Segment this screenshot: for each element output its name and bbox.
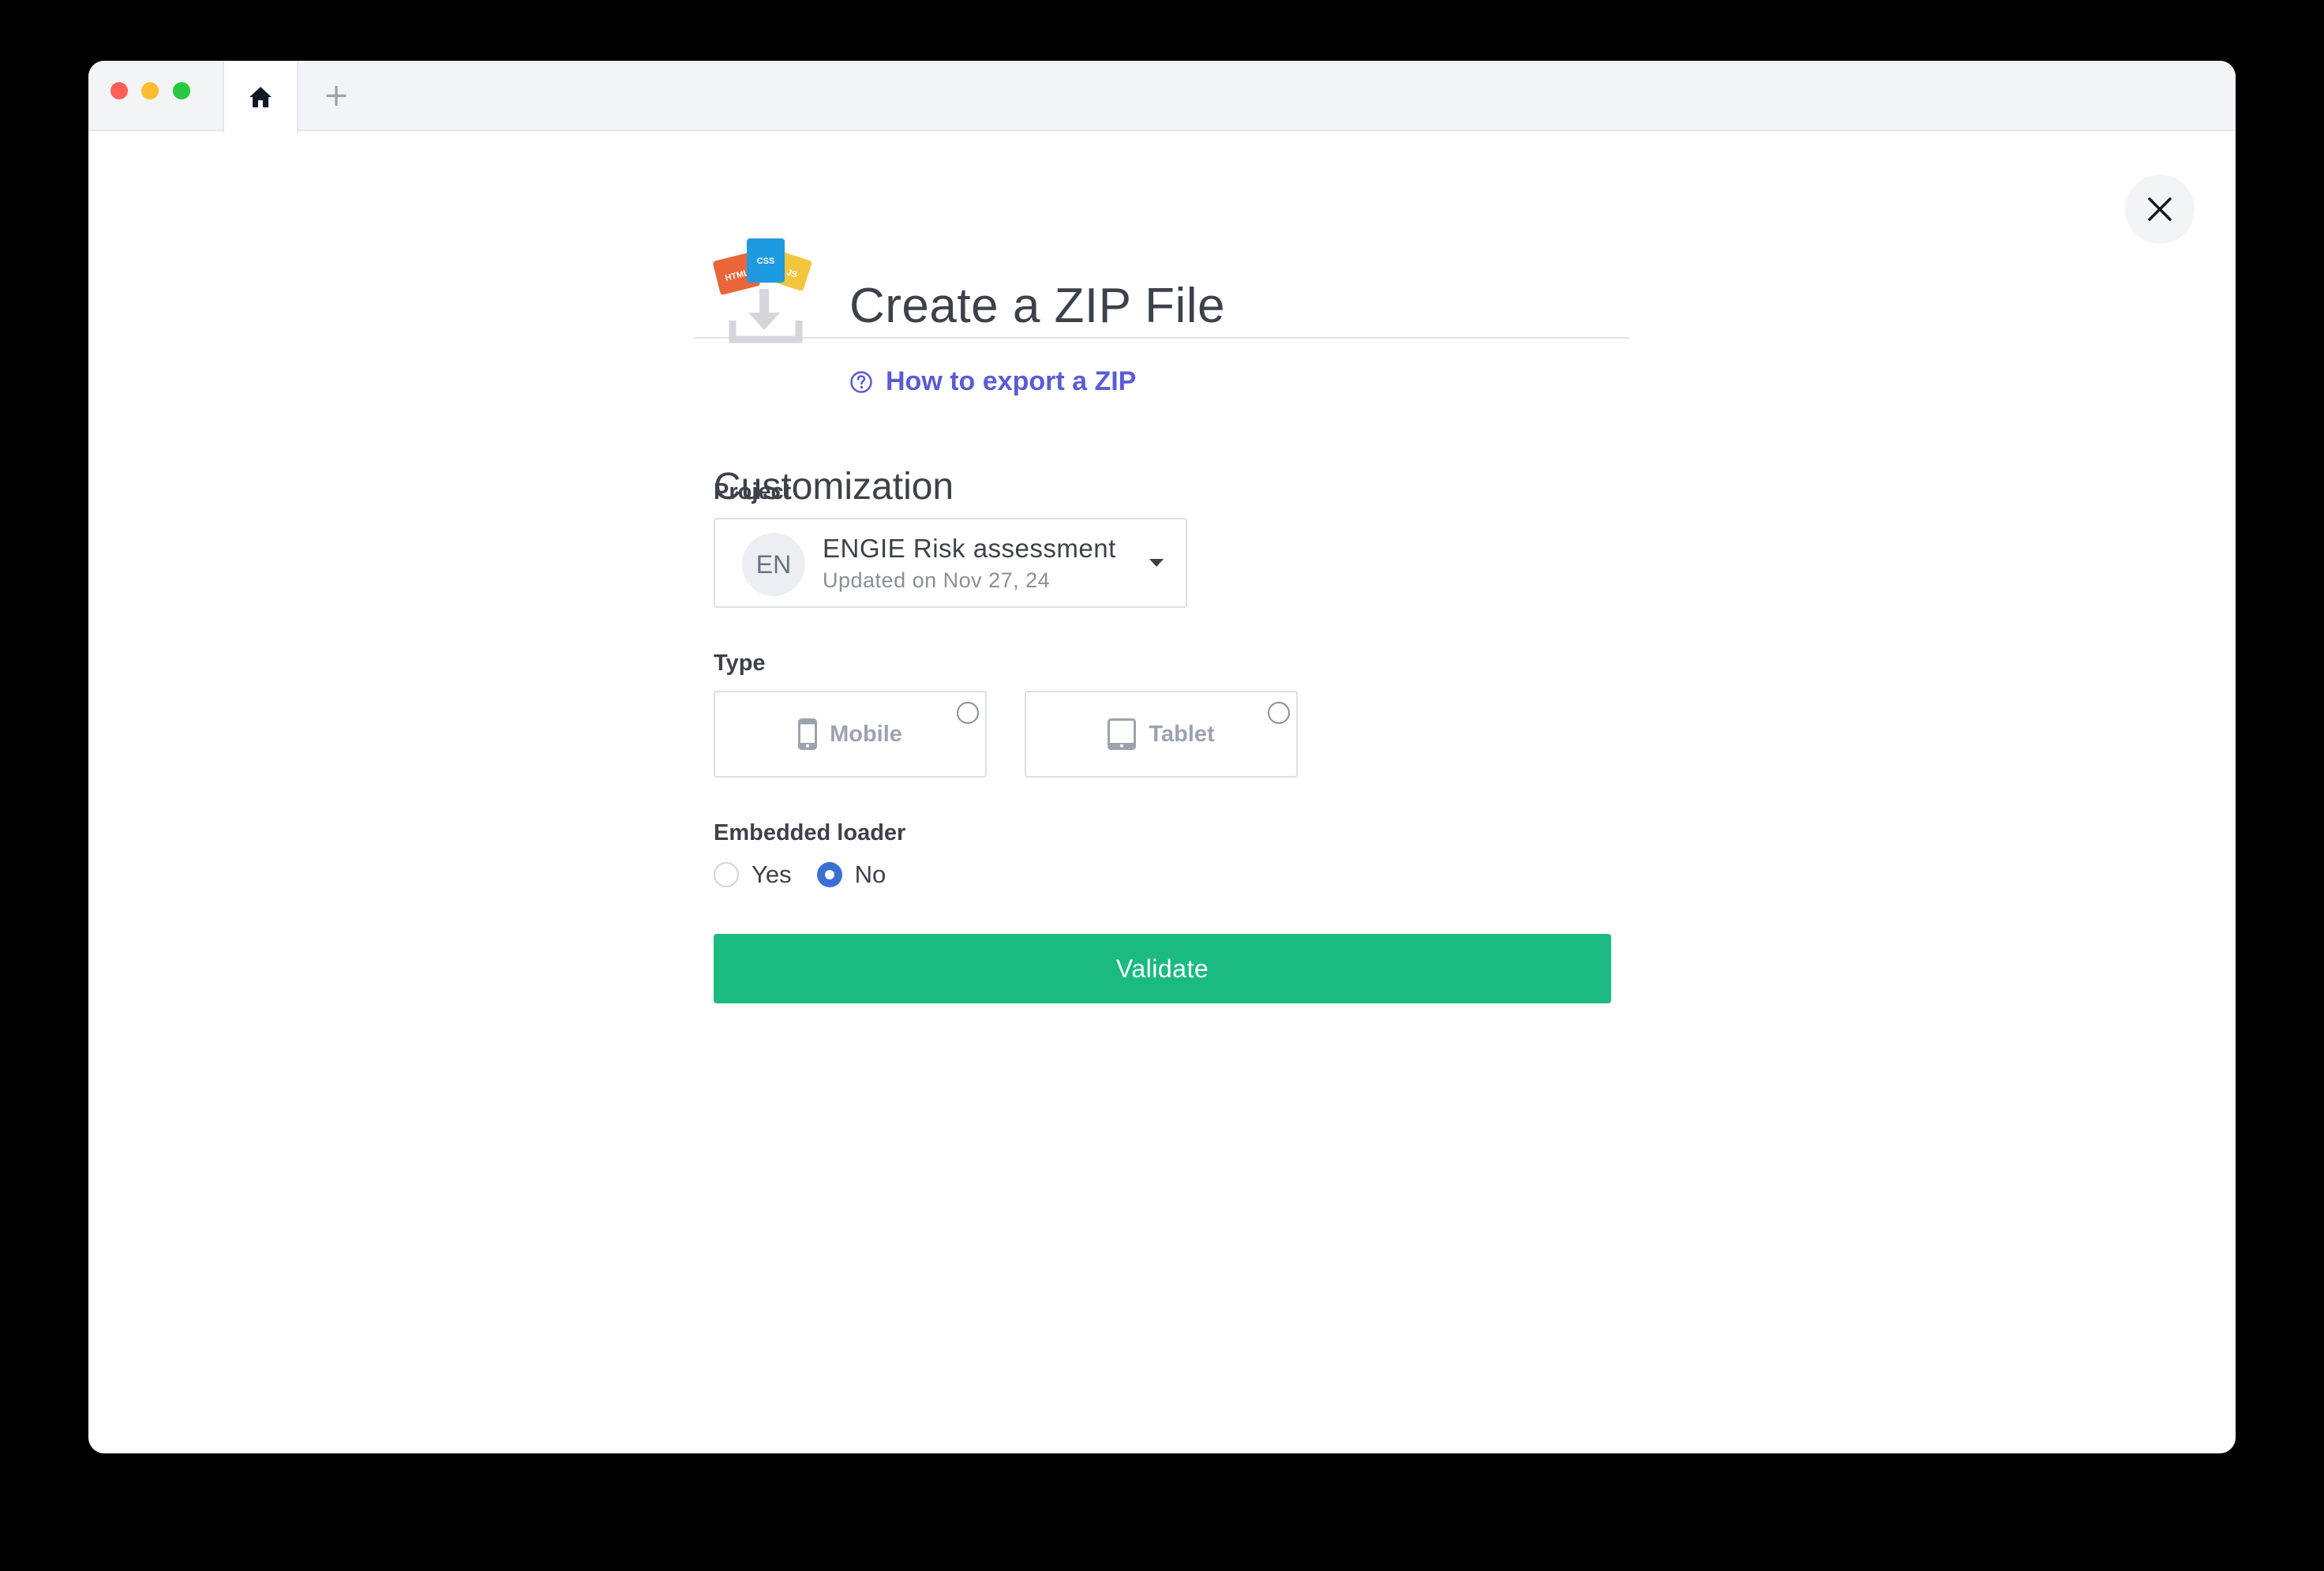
help-link-label: How to export a ZIP	[886, 366, 1137, 396]
embedded-loader-radio-group: Yes No	[714, 860, 911, 889]
type-label: Type	[714, 651, 766, 676]
logo-css-label: CSS	[757, 257, 775, 266]
type-radio-mobile[interactable]	[957, 702, 979, 724]
title-bar: +	[88, 61, 2236, 133]
plus-icon: +	[323, 77, 350, 114]
question-circle-icon	[850, 370, 872, 393]
radio-yes-label: Yes	[752, 860, 792, 888]
new-tab-button[interactable]: +	[317, 77, 355, 114]
window-minimize-dot[interactable]	[141, 82, 159, 99]
mobile-icon	[798, 718, 818, 750]
tab-home[interactable]	[223, 61, 298, 133]
radio-no[interactable]	[816, 862, 842, 887]
zip-files-logo: HTML JS CSS	[713, 238, 812, 343]
type-option-tablet[interactable]: Tablet	[1025, 691, 1298, 778]
project-updated-date: Updated on Nov 27, 24	[823, 568, 1051, 592]
home-icon	[249, 86, 272, 107]
type-option-label: Tablet	[1149, 721, 1215, 747]
help-link[interactable]: How to export a ZIP	[849, 366, 1136, 397]
validate-button[interactable]: Validate	[714, 934, 1611, 1003]
dialog-header: HTML JS CSS Create a ZIP File How to exp…	[695, 238, 1629, 396]
project-label: Project	[714, 479, 792, 504]
project-avatar: EN	[742, 533, 805, 596]
window-zoom-dot[interactable]	[173, 82, 190, 99]
dialog-title: Create a ZIP File	[849, 279, 1225, 333]
radio-yes[interactable]	[714, 862, 739, 887]
chevron-down-icon	[1149, 559, 1164, 567]
project-select[interactable]: EN ENGIE Risk assessment Updated on Nov …	[714, 518, 1187, 608]
embedded-loader-yes[interactable]: Yes	[714, 860, 792, 889]
close-icon	[2148, 197, 2172, 221]
type-option-mobile[interactable]: Mobile	[714, 691, 987, 778]
close-dialog-button[interactable]	[2125, 174, 2195, 244]
type-option-label: Mobile	[830, 721, 902, 747]
embedded-loader-no[interactable]: No	[816, 860, 886, 889]
tablet-icon	[1108, 718, 1137, 750]
project-name: ENGIE Risk assessment	[823, 534, 1116, 563]
embedded-loader-label: Embedded loader	[714, 820, 906, 845]
type-radio-tablet[interactable]	[1268, 702, 1290, 724]
radio-no-label: No	[854, 860, 886, 888]
window-close-dot[interactable]	[111, 82, 128, 99]
